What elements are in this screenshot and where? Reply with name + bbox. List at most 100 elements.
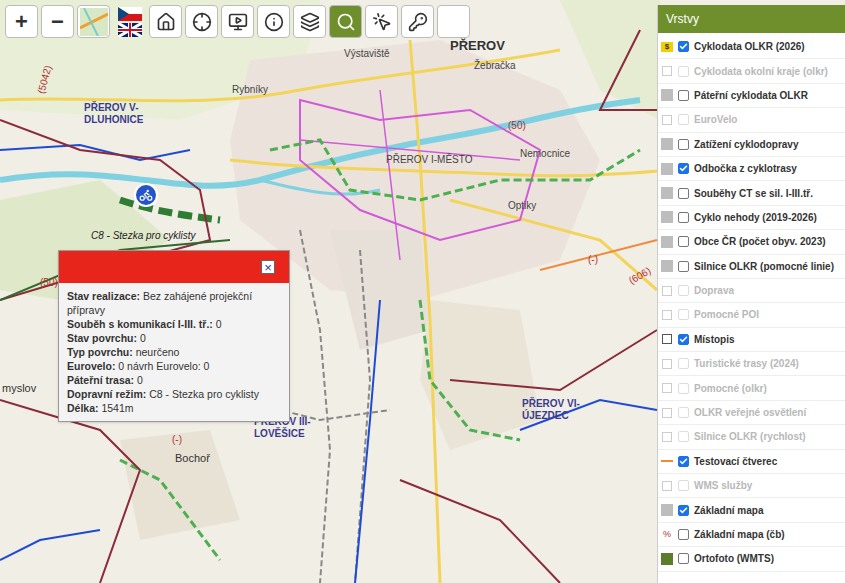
- layer-row[interactable]: Cyklodata okolní kraje (olkr): [658, 59, 845, 83]
- layer-swatch-icon: [661, 236, 673, 248]
- layer-row[interactable]: Turistické trasy (2024): [658, 352, 845, 376]
- layer-label: Cyklo nehody (2019-2026): [694, 210, 817, 225]
- layer-row[interactable]: Obce ČR (počet obyv. 2023): [658, 230, 845, 254]
- layer-checkbox[interactable]: [678, 358, 689, 369]
- layer-row[interactable]: Souběhy CT se sil. I-III.tř.: [658, 181, 845, 205]
- layer-row[interactable]: Základní mapa: [658, 498, 845, 522]
- toolbar-button[interactable]: [437, 5, 470, 38]
- map-label: PŘEROV: [450, 36, 505, 56]
- layer-swatch-icon: [661, 89, 673, 101]
- popup-body: Stav realizace: Bez zahájené projekční p…: [59, 283, 289, 421]
- layer-checkbox[interactable]: [678, 505, 689, 516]
- czech-flag-icon[interactable]: [118, 7, 142, 21]
- layer-row[interactable]: Silnice OLKR (rychlost): [658, 425, 845, 449]
- toolbar-button[interactable]: [293, 5, 326, 38]
- layer-checkbox[interactable]: [678, 285, 689, 296]
- layer-row[interactable]: WMS služby: [658, 474, 845, 498]
- toolbar-icon: [192, 12, 212, 32]
- map-label: myslov: [2, 380, 36, 397]
- layers-panel: Vrstvy $ Cyklodata OLKR (2026) Cyklodata ok…: [657, 5, 845, 583]
- popup-row: Stav povrchu: 0: [67, 331, 281, 345]
- toolbar-button[interactable]: [401, 5, 434, 38]
- layer-swatch-icon: [661, 407, 673, 419]
- toolbar-button[interactable]: [365, 5, 398, 38]
- toolbar-button[interactable]: [149, 5, 182, 38]
- popup-row: Délka: 1541m: [67, 401, 281, 415]
- layer-label: Silnice OLKR (pomocné linie): [694, 259, 834, 274]
- layer-checkbox[interactable]: [678, 139, 689, 150]
- toolbar-button[interactable]: [257, 5, 290, 38]
- layer-swatch-icon: %: [661, 529, 673, 541]
- layer-checkbox[interactable]: [678, 407, 689, 418]
- layer-row[interactable]: Silnice OLKR (pomocné linie): [658, 255, 845, 279]
- layer-swatch-icon: [661, 211, 673, 223]
- layer-swatch-icon: $: [661, 41, 673, 53]
- layer-row[interactable]: Pomocné (olkr): [658, 376, 845, 400]
- bike-marker-icon[interactable]: [134, 183, 158, 207]
- layer-checkbox[interactable]: [678, 431, 689, 442]
- layer-checkbox[interactable]: [678, 383, 689, 394]
- layer-checkbox[interactable]: [678, 66, 689, 77]
- map-label: Optiky: [508, 198, 536, 213]
- layer-swatch-icon: [661, 260, 673, 272]
- layer-checkbox[interactable]: [678, 163, 689, 174]
- layer-swatch-icon: [661, 163, 673, 175]
- toolbar-button[interactable]: [329, 5, 362, 38]
- layer-checkbox[interactable]: [678, 188, 689, 199]
- toolbar-icon: [372, 12, 392, 32]
- layer-row[interactable]: % Základní mapa (čb): [658, 523, 845, 547]
- layer-label: Testovací čtverec: [694, 454, 777, 469]
- layer-checkbox[interactable]: [678, 236, 689, 247]
- layer-row[interactable]: Zatížení cyklodopravy: [658, 133, 845, 157]
- toolbar-icon: [336, 12, 356, 32]
- layer-row[interactable]: Páteřní cyklodata OLKR: [658, 84, 845, 108]
- layer-swatch-icon: [661, 431, 673, 443]
- map-app: PŘEROVŽebračkaVýstavištěPŘEROV V-DLUHONI…: [0, 0, 845, 583]
- layer-row[interactable]: Místopis: [658, 328, 845, 352]
- layer-row[interactable]: OLKR veřejné osvětlení: [658, 401, 845, 425]
- zoom-out-button[interactable]: −: [41, 5, 74, 38]
- layer-row[interactable]: Ortofoto (WMTS): [658, 547, 845, 571]
- layers-panel-title: Vrstvy: [658, 5, 845, 33]
- basemap-button[interactable]: [77, 5, 110, 38]
- popup-row: Páteřní trasa: 0: [67, 373, 281, 387]
- map-label: Žebračka: [474, 58, 516, 73]
- map-label: Bochoř: [175, 450, 210, 467]
- layer-row[interactable]: EuroVelo: [658, 108, 845, 132]
- layer-checkbox[interactable]: [678, 529, 689, 540]
- layer-checkbox[interactable]: [678, 456, 689, 467]
- popup-row: Dopravní režim: C8 - Stezka pro cyklisty: [67, 387, 281, 401]
- toolbar-button[interactable]: [185, 5, 218, 38]
- layer-checkbox[interactable]: [678, 90, 689, 101]
- zoom-in-button[interactable]: +: [5, 5, 38, 38]
- layer-row[interactable]: Cyklo nehody (2019-2026): [658, 206, 845, 230]
- layer-checkbox[interactable]: [678, 553, 689, 564]
- layer-row[interactable]: Doprava: [658, 279, 845, 303]
- layer-checkbox[interactable]: [678, 309, 689, 320]
- layer-checkbox[interactable]: [678, 114, 689, 125]
- map-label: (50): [508, 118, 526, 133]
- layer-label: Silnice OLKR (rychlost): [694, 429, 806, 444]
- map-label: (50): [40, 275, 58, 290]
- layer-checkbox[interactable]: [678, 334, 689, 345]
- layer-row[interactable]: Testovací čtverec: [658, 450, 845, 474]
- layer-label: Základní mapa (čb): [694, 527, 785, 542]
- layer-label: Doprava: [694, 283, 734, 298]
- layer-swatch-icon: [661, 333, 673, 345]
- uk-flag-icon[interactable]: [118, 23, 142, 37]
- layer-checkbox[interactable]: [678, 212, 689, 223]
- toolbar-button[interactable]: [221, 5, 254, 38]
- layer-row[interactable]: $ Cyklodata OLKR (2026): [658, 35, 845, 59]
- layer-checkbox[interactable]: [678, 261, 689, 272]
- layer-checkbox[interactable]: [678, 480, 689, 491]
- layer-swatch-icon: [661, 553, 673, 565]
- layer-row[interactable]: Odbočka z cyklotrasy: [658, 157, 845, 181]
- layer-label: Cyklodata OLKR (2026): [694, 39, 805, 54]
- layer-label: Pomocné (olkr): [694, 381, 767, 396]
- layer-checkbox[interactable]: [678, 41, 689, 52]
- layer-swatch-icon: [661, 382, 673, 394]
- layer-label: Obce ČR (počet obyv. 2023): [694, 234, 826, 249]
- language-switch[interactable]: [113, 5, 146, 38]
- layer-row[interactable]: Pomocné POI: [658, 303, 845, 327]
- popup-close-button[interactable]: ×: [261, 260, 275, 274]
